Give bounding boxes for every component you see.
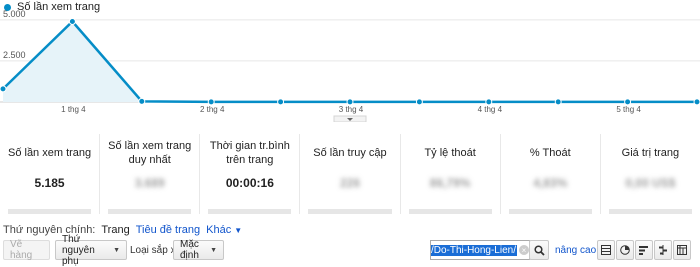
- metric-value: 0,00 US$: [625, 176, 676, 190]
- metric-card: Số lần xem trang 5.185: [0, 134, 99, 214]
- metric-value: 4,83%: [533, 176, 568, 190]
- primary-dimension: Thứ nguyên chính: Trang Tiêu đề trang Kh…: [3, 224, 242, 236]
- dimension-other-link[interactable]: Khác ▼: [206, 224, 242, 236]
- bar-chart-icon: [639, 246, 648, 255]
- metric-label: Tỷ lệ thoát: [424, 147, 476, 159]
- pivot-table-icon: [677, 245, 687, 255]
- pie-chart-icon: [620, 245, 630, 255]
- pie-view-button[interactable]: [616, 240, 634, 260]
- data-point: [554, 98, 562, 106]
- data-point: [68, 18, 76, 25]
- metric-card: Số lần truy cập 226: [299, 134, 399, 214]
- sort-type-dropdown[interactable]: Mặc định ▼: [173, 239, 224, 261]
- x-tick-label: 2 thg 4: [200, 105, 225, 114]
- metric-value: 3.689: [134, 176, 165, 190]
- metric-label: Giá trị trang: [621, 147, 680, 159]
- metric-label: % Thoát: [529, 147, 571, 159]
- table-toolbar: Vẽ hàng Thứ nguyên phụ ▼ Loại sắp xếp: M…: [0, 234, 700, 267]
- legend-dot-icon: [4, 3, 11, 11]
- pageviews-chart: 5.000 2.500 1 thg 42 thg 43 thg 44 thg 45 …: [0, 0, 700, 123]
- metric-card: Số lần xem trang duy nhất 3.689: [99, 134, 199, 214]
- metric-sparkbar: [108, 209, 192, 214]
- comparison-icon: [659, 245, 667, 255]
- metric-sparkbar: [508, 209, 592, 214]
- metric-sparkbar: [608, 209, 692, 214]
- table-grid-icon: [601, 245, 611, 255]
- metric-label: Thời gian tr.bình trên trang: [209, 140, 290, 166]
- advanced-filter-link[interactable]: nâng cao: [555, 245, 596, 256]
- metric-sparkbar: [208, 209, 292, 214]
- secondary-dimension-label: Thứ nguyên phụ: [62, 233, 95, 267]
- search-icon: [533, 244, 545, 256]
- data-point: [693, 98, 700, 106]
- metric-sparkbar: [408, 209, 492, 214]
- metric-sparkbar: [8, 209, 92, 214]
- x-tick-label: 3 thg 4: [339, 105, 364, 114]
- sort-type-value: Mặc định: [180, 239, 199, 261]
- chevron-down-icon: ▼: [234, 226, 243, 235]
- x-tick-label: 1 thg 4: [61, 105, 86, 114]
- metric-card: Thời gian tr.bình trên trang 00:00:16: [199, 134, 299, 214]
- chart-svg: 5.0002.5001 thg 42 thg 43 thg 44 thg 45 …: [0, 9, 700, 123]
- metric-label: Số lần truy cập: [313, 147, 387, 159]
- metric-value: 00:00:16: [225, 176, 274, 190]
- table-view-button[interactable]: [597, 240, 615, 260]
- plot-rows-button[interactable]: Vẽ hàng: [3, 239, 50, 261]
- search-button[interactable]: [529, 240, 549, 260]
- legend-label: Số lần xem trang: [17, 1, 101, 13]
- y-tick-label: 2.500: [3, 50, 26, 60]
- dimension-page-title-link[interactable]: Tiêu đề trang: [136, 224, 200, 236]
- metric-value: 226: [339, 176, 360, 190]
- chevron-down-icon: ▼: [210, 246, 217, 254]
- comparison-view-button[interactable]: [654, 240, 672, 260]
- table-filter-input[interactable]: /view/Do-Thi-Hong-Lien ×: [430, 240, 530, 260]
- dimension-other-label: Khác: [206, 224, 232, 236]
- chevron-down-icon: ▼: [113, 246, 120, 254]
- filter-input-value[interactable]: /view/Do-Thi-Hong-Lien: [431, 244, 517, 256]
- metric-label: Số lần xem trang: [7, 147, 92, 159]
- metric-card: % Thoát 4,83%: [499, 134, 600, 214]
- performance-view-button[interactable]: [635, 240, 653, 260]
- data-point: [138, 97, 146, 105]
- metric-card: Tỷ lệ thoát 86,79%: [399, 134, 500, 214]
- x-tick-label: 5 thg 4: [616, 105, 641, 114]
- chart-legend[interactable]: Số lần xem trang: [4, 1, 100, 13]
- metric-sparkbar: [308, 209, 392, 214]
- data-point: [0, 85, 7, 93]
- metric-value: 5.185: [34, 176, 65, 190]
- x-tick-label: 4 thg 4: [478, 105, 503, 114]
- metrics-scorecard: Số lần xem trang 5.185 Số lần xem trang du…: [0, 134, 700, 214]
- plot-rows-label: Vẽ hàng: [10, 239, 33, 261]
- pivot-view-button[interactable]: [673, 240, 691, 260]
- clear-icon[interactable]: ×: [519, 245, 529, 255]
- data-point: [415, 98, 423, 106]
- metric-value: 86,79%: [429, 176, 471, 190]
- metric-label: Số lần xem trang duy nhất: [108, 140, 192, 166]
- secondary-dimension-dropdown[interactable]: Thứ nguyên phụ ▼: [55, 234, 127, 267]
- metric-card: Giá trị trang 0,00 US$: [599, 134, 700, 214]
- data-point: [277, 98, 285, 106]
